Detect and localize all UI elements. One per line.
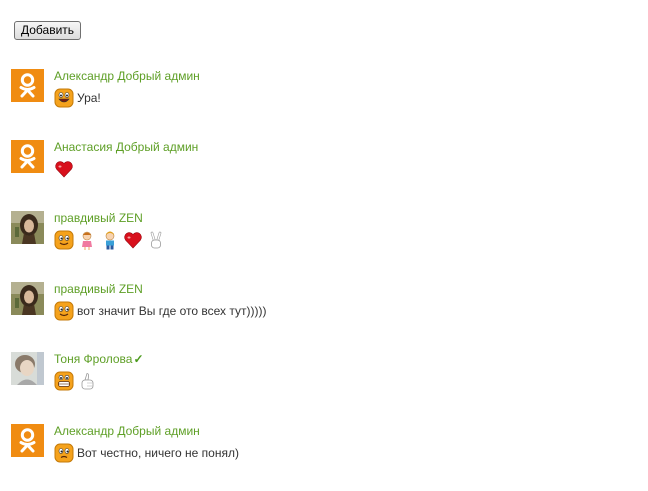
- comment-item: правдивый ZEN: [11, 211, 611, 259]
- verified-check-icon: ✓: [133, 352, 144, 366]
- girl-icon: [77, 230, 97, 250]
- author-link[interactable]: Анастасия Добрый админ: [54, 140, 198, 155]
- comment-body: [54, 229, 169, 251]
- author-name[interactable]: Тоня Фролова: [54, 352, 132, 366]
- author-link[interactable]: Тоня Фролова✓: [54, 352, 144, 367]
- boy-icon: [100, 230, 120, 250]
- winking-smiley-icon: [54, 301, 74, 321]
- confused-smiley-icon: [54, 443, 74, 463]
- comment-item: Александр Добрый админ Ура!: [11, 69, 611, 117]
- comment-text: Ура!: [77, 90, 101, 105]
- user-photo-light-icon[interactable]: [11, 352, 44, 385]
- author-link[interactable]: Александр Добрый админ: [54, 424, 200, 439]
- laughing-smiley-icon: [54, 88, 74, 108]
- comment-item: правдивый ZEN вот значит Вы где ото всех…: [11, 282, 611, 330]
- comment-item: Тоня Фролова✓: [11, 352, 611, 400]
- comment-item: Анастасия Добрый админ: [11, 140, 611, 188]
- comment-body: [54, 370, 100, 392]
- add-button[interactable]: Добавить: [14, 21, 82, 40]
- ok-logo-icon[interactable]: [11, 424, 44, 457]
- comment-body: [54, 158, 77, 180]
- author-link[interactable]: Александр Добрый админ: [54, 69, 200, 84]
- comment-body: Ура!: [54, 87, 101, 109]
- victory-hand-icon: [146, 230, 166, 250]
- winking-smiley-icon: [54, 230, 74, 250]
- grinning-smiley-icon: [54, 371, 74, 391]
- ok-logo-icon[interactable]: [11, 69, 44, 102]
- author-link[interactable]: правдивый ZEN: [54, 211, 143, 226]
- author-link[interactable]: правдивый ZEN: [54, 282, 143, 297]
- thumbs-up-icon: [77, 371, 97, 391]
- red-heart-icon: [123, 230, 143, 250]
- comment-text: Вот честно, ничего не понял): [77, 445, 239, 460]
- comment-item: Александр Добрый админ Вот честно, ничег…: [11, 424, 611, 472]
- comment-body: вот значит Вы где ото всех тут))))): [54, 300, 267, 322]
- user-photo-icon[interactable]: [11, 282, 44, 315]
- comment-text: вот значит Вы где ото всех тут))))): [77, 303, 267, 318]
- ok-logo-icon[interactable]: [11, 140, 44, 173]
- comment-body: Вот честно, ничего не понял): [54, 442, 239, 464]
- red-heart-icon: [54, 159, 74, 179]
- user-photo-icon[interactable]: [11, 211, 44, 244]
